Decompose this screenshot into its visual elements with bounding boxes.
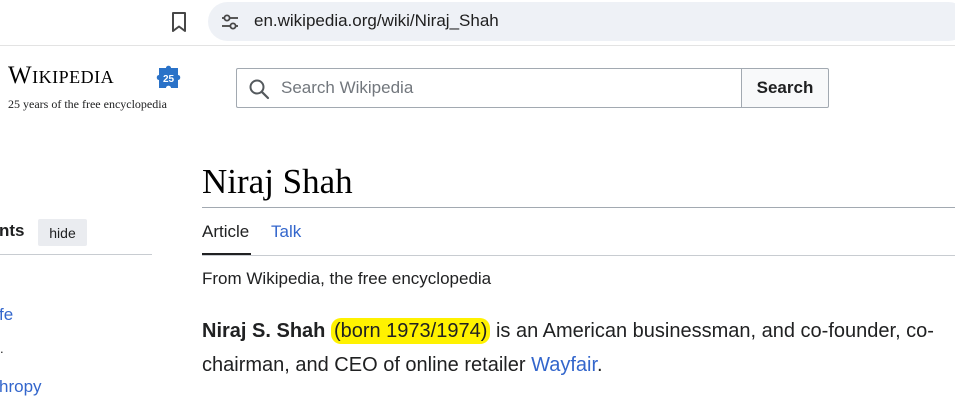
tab-article[interactable]: Article — [202, 222, 249, 242]
toc-divider — [0, 254, 152, 255]
url-text[interactable]: en.wikipedia.org/wiki/Niraj_Shah — [254, 11, 499, 31]
search-button[interactable]: Search — [741, 68, 829, 108]
page-title: Niraj Shah — [202, 162, 353, 201]
bookmark-icon[interactable] — [168, 10, 190, 34]
title-divider — [202, 207, 955, 208]
birth-years-highlight: (born 1973/1974) — [330, 318, 491, 344]
browser-toolbar: en.wikipedia.org/wiki/Niraj_Shah — [0, 0, 955, 46]
lead-end: . — [597, 354, 603, 376]
tagline: 25 years of the free encyclopedia — [8, 97, 167, 111]
puzzle-globe-icon: 25 — [153, 64, 183, 92]
search-icon — [248, 78, 270, 100]
wikipedia-wordmark: Wikipedia — [8, 62, 115, 89]
lead-paragraph: Niraj S. Shah (born 1973/1974) is an Ame… — [202, 314, 942, 382]
wayfair-link[interactable]: Wayfair — [531, 354, 597, 376]
toc-item-marker: . — [0, 341, 4, 356]
search-input[interactable] — [279, 69, 729, 107]
toc-item-early-life[interactable]: fe — [0, 305, 13, 325]
toc-title: nts — [0, 221, 25, 240]
address-bar[interactable]: en.wikipedia.org/wiki/Niraj_Shah — [208, 2, 955, 41]
toc-hide-button[interactable]: hide — [38, 219, 87, 246]
subject-name: Niraj S. Shah — [202, 320, 326, 342]
site-subtitle: From Wikipedia, the free encyclopedia — [202, 269, 492, 288]
toc-item-philanthropy[interactable]: hropy — [0, 377, 42, 397]
anniversary-badge: 25 — [163, 74, 175, 85]
tab-talk[interactable]: Talk — [271, 222, 301, 242]
wikipedia-logo[interactable]: Wikipedia 25 25 years of the free encycl… — [8, 60, 198, 120]
search-box[interactable] — [236, 68, 742, 108]
tabs-divider — [202, 255, 955, 256]
tune-icon[interactable] — [220, 12, 240, 32]
